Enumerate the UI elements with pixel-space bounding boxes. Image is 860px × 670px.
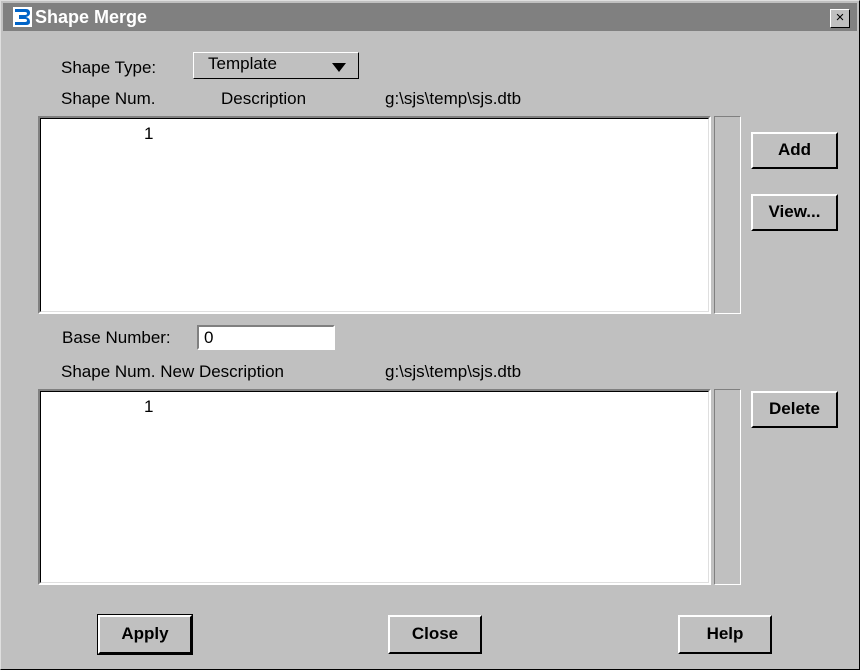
shape-type-dropdown[interactable]: Template [193, 52, 359, 79]
header-description: Description [221, 89, 307, 108]
delete-button[interactable]: Delete [751, 391, 838, 428]
view-button[interactable]: View... [751, 194, 838, 231]
header-shape-num-new-description: Shape Num. New Description [61, 362, 284, 381]
header-target-file: g:\sjs\temp\sjs.dtb [385, 362, 522, 381]
shape-list[interactable]: 1 [38, 116, 711, 314]
header-shape-num: Shape Num. [61, 89, 156, 108]
title-bar[interactable]: Shape Merge × [3, 3, 857, 31]
add-button[interactable]: Add [751, 132, 838, 169]
close-button[interactable]: Close [388, 615, 482, 654]
shape-merge-dialog: Shape Merge × Shape Type: Template Shape… [0, 0, 860, 670]
shape-type-value: Template [208, 54, 277, 73]
help-button-label: Help [706, 624, 744, 643]
header-source-file: g:\sjs\temp\sjs.dtb [385, 89, 522, 108]
delete-button-label: Delete [768, 399, 821, 418]
apply-button[interactable]: Apply [97, 614, 193, 655]
shape-list-scrollbar[interactable] [714, 116, 741, 314]
view-button-label: View... [768, 202, 821, 221]
bentley-b-icon [13, 7, 32, 27]
close-window-button[interactable]: × [830, 9, 850, 28]
help-button[interactable]: Help [678, 615, 772, 654]
base-number-label: Base Number: [62, 328, 171, 347]
list-item[interactable]: 1 [144, 124, 153, 144]
new-shape-list-scrollbar[interactable] [714, 389, 741, 585]
shape-type-label: Shape Type: [61, 58, 157, 77]
triangle-down-icon [332, 63, 346, 72]
list-item[interactable]: 1 [144, 397, 153, 417]
close-icon: × [835, 9, 845, 26]
base-number-value: 0 [204, 328, 214, 347]
base-number-input[interactable]: 0 [197, 325, 335, 350]
apply-button-label: Apply [121, 624, 169, 643]
add-button-label: Add [777, 140, 812, 159]
new-shape-list[interactable]: 1 [38, 389, 711, 585]
close-button-label: Close [411, 624, 459, 643]
window-title: Shape Merge [35, 7, 148, 27]
